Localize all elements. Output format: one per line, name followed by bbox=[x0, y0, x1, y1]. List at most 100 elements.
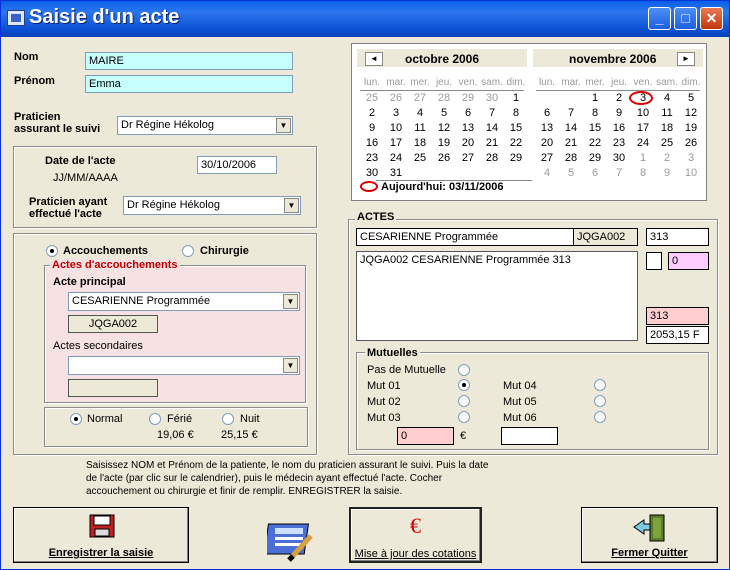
nuit-radio[interactable] bbox=[222, 413, 234, 425]
calendar-next-icon[interactable]: ► bbox=[677, 52, 695, 66]
calendar-day-oct[interactable]: 2 bbox=[360, 107, 384, 119]
calendar-day-nov[interactable]: 16 bbox=[607, 122, 631, 134]
actes-secondaires-select[interactable]: ▼ bbox=[68, 356, 300, 375]
chevron-down-icon[interactable]: ▼ bbox=[276, 118, 291, 133]
calendar-day-nov[interactable]: 7 bbox=[607, 167, 631, 179]
calendar-day-oct[interactable]: 29 bbox=[456, 92, 480, 104]
calendar-day-oct[interactable]: 30 bbox=[480, 92, 504, 104]
calendar-day-nov[interactable]: 8 bbox=[631, 167, 655, 179]
calendar-day-oct[interactable]: 21 bbox=[480, 137, 504, 149]
praticien-eff-select[interactable]: Dr Régine Hékolog ▼ bbox=[123, 196, 301, 215]
calendar-day-nov[interactable]: 27 bbox=[535, 152, 559, 164]
calendar-day-oct[interactable]: 17 bbox=[384, 137, 408, 149]
calendar-day-oct[interactable]: 9 bbox=[360, 122, 384, 134]
calendar-day-nov[interactable]: 26 bbox=[679, 137, 703, 149]
calendar-day-oct[interactable]: 16 bbox=[360, 137, 384, 149]
date-input[interactable]: 30/10/2006 bbox=[197, 156, 277, 174]
calendar-day-nov[interactable]: 24 bbox=[631, 137, 655, 149]
calendar-day-oct[interactable]: 23 bbox=[360, 152, 384, 164]
nom-input[interactable]: MAIRE bbox=[85, 52, 293, 70]
chevron-down-icon[interactable]: ▼ bbox=[283, 294, 298, 309]
calendar-day-nov[interactable]: 30 bbox=[607, 152, 631, 164]
actes-list-item[interactable]: JQGA002 CESARIENNE Programmée 313 bbox=[360, 254, 571, 266]
calendar-prev-icon[interactable]: ◄ bbox=[365, 52, 383, 66]
calendar-day-oct[interactable]: 5 bbox=[432, 107, 456, 119]
ferie-radio[interactable] bbox=[149, 413, 161, 425]
calendar-day-nov[interactable]: 18 bbox=[655, 122, 679, 134]
calendar-day-oct[interactable]: 25 bbox=[360, 92, 384, 104]
normal-radio[interactable] bbox=[70, 413, 82, 425]
chevron-down-icon[interactable]: ▼ bbox=[284, 198, 299, 213]
calendar-day-oct[interactable]: 10 bbox=[384, 122, 408, 134]
calendar[interactable]: ◄ octobre 2006 novembre 2006 ► lun. mar. m… bbox=[351, 43, 707, 201]
pas-mutuelle-radio[interactable] bbox=[458, 364, 470, 376]
calendar-day-nov[interactable]: 14 bbox=[559, 122, 583, 134]
calendar-day-nov[interactable]: 19 bbox=[679, 122, 703, 134]
calendar-day-oct[interactable]: 26 bbox=[384, 92, 408, 104]
calendar-day-oct[interactable]: 3 bbox=[384, 107, 408, 119]
calendar-day-oct[interactable]: 14 bbox=[480, 122, 504, 134]
calendar-day-nov[interactable]: 11 bbox=[655, 107, 679, 119]
calendar-day-nov[interactable]: 4 bbox=[535, 167, 559, 179]
calendar-day-oct[interactable]: 7 bbox=[480, 107, 504, 119]
mut04-radio[interactable] bbox=[594, 379, 606, 391]
calendar-day-nov[interactable]: 22 bbox=[583, 137, 607, 149]
calendar-day-oct[interactable]: 15 bbox=[504, 122, 528, 134]
calendar-day-nov[interactable]: 3 bbox=[679, 152, 703, 164]
calendar-day-oct[interactable]: 4 bbox=[408, 107, 432, 119]
calendar-day-nov[interactable]: 5 bbox=[679, 92, 703, 104]
calendar-day-oct[interactable]: 11 bbox=[408, 122, 432, 134]
calendar-day-oct[interactable]: 27 bbox=[456, 152, 480, 164]
maximize-button[interactable]: □ bbox=[674, 7, 697, 30]
calendar-day-nov[interactable]: 8 bbox=[583, 107, 607, 119]
calendar-day-nov[interactable]: 1 bbox=[631, 152, 655, 164]
calendar-day-oct[interactable]: 26 bbox=[432, 152, 456, 164]
calendar-day-nov[interactable]: 6 bbox=[583, 167, 607, 179]
calendar-day-nov[interactable]: 9 bbox=[607, 107, 631, 119]
mutuelle-amount[interactable]: 0 bbox=[397, 427, 454, 445]
mut06-radio[interactable] bbox=[594, 411, 606, 423]
close-button[interactable]: ✕ bbox=[700, 7, 723, 30]
calendar-day-nov[interactable]: 4 bbox=[655, 92, 679, 104]
calendar-day-nov[interactable]: 1 bbox=[583, 92, 607, 104]
calendar-day-nov[interactable]: 9 bbox=[655, 167, 679, 179]
calendar-day-nov[interactable]: 29 bbox=[583, 152, 607, 164]
calendar-day-oct[interactable]: 8 bbox=[504, 107, 528, 119]
calendar-day-nov[interactable]: 10 bbox=[631, 107, 655, 119]
accouchements-radio[interactable] bbox=[46, 245, 58, 257]
calendar-day-oct[interactable]: 27 bbox=[408, 92, 432, 104]
calendar-day-oct[interactable]: 29 bbox=[504, 152, 528, 164]
calendar-day-nov[interactable]: 15 bbox=[583, 122, 607, 134]
calendar-day-nov[interactable]: 6 bbox=[535, 107, 559, 119]
prenom-input[interactable]: Emma bbox=[85, 75, 293, 93]
mut05-radio[interactable] bbox=[594, 395, 606, 407]
calendar-day-oct[interactable]: 12 bbox=[432, 122, 456, 134]
calendar-day-oct[interactable]: 1 bbox=[504, 92, 528, 104]
calendar-day-nov[interactable]: 7 bbox=[559, 107, 583, 119]
calendar-day-nov[interactable]: 20 bbox=[535, 137, 559, 149]
calendar-day-nov[interactable]: 23 bbox=[607, 137, 631, 149]
calendar-day-oct[interactable]: 20 bbox=[456, 137, 480, 149]
minimize-button[interactable]: _ bbox=[648, 7, 671, 30]
calendar-day-oct[interactable]: 13 bbox=[456, 122, 480, 134]
calendar-day-oct[interactable]: 30 bbox=[360, 167, 384, 179]
calendar-day-nov[interactable]: 13 bbox=[535, 122, 559, 134]
calendar-day-nov[interactable]: 28 bbox=[559, 152, 583, 164]
calendar-day-oct[interactable]: 28 bbox=[480, 152, 504, 164]
actes-list[interactable]: JQGA002 CESARIENNE Programmée 313 bbox=[356, 251, 638, 341]
calendar-day-oct[interactable]: 22 bbox=[504, 137, 528, 149]
chirurgie-radio[interactable] bbox=[182, 245, 194, 257]
calendar-day-nov[interactable]: 17 bbox=[631, 122, 655, 134]
save-button[interactable]: Enregistrer la saisie bbox=[13, 507, 189, 563]
calendar-day-nov[interactable]: 12 bbox=[679, 107, 703, 119]
acte-principal-select[interactable]: CESARIENNE Programmée ▼ bbox=[68, 292, 300, 311]
mut02-radio[interactable] bbox=[458, 395, 470, 407]
mut01-radio[interactable] bbox=[458, 379, 470, 391]
calendar-day-oct[interactable]: 24 bbox=[384, 152, 408, 164]
calendar-day-oct[interactable]: 31 bbox=[384, 167, 408, 179]
calendar-day-nov[interactable]: 21 bbox=[559, 137, 583, 149]
praticien-select[interactable]: Dr Régine Hékolog ▼ bbox=[117, 116, 293, 135]
mutuelle-extra[interactable] bbox=[501, 427, 558, 445]
calendar-day-nov[interactable]: 5 bbox=[559, 167, 583, 179]
calendar-day-oct[interactable]: 19 bbox=[432, 137, 456, 149]
